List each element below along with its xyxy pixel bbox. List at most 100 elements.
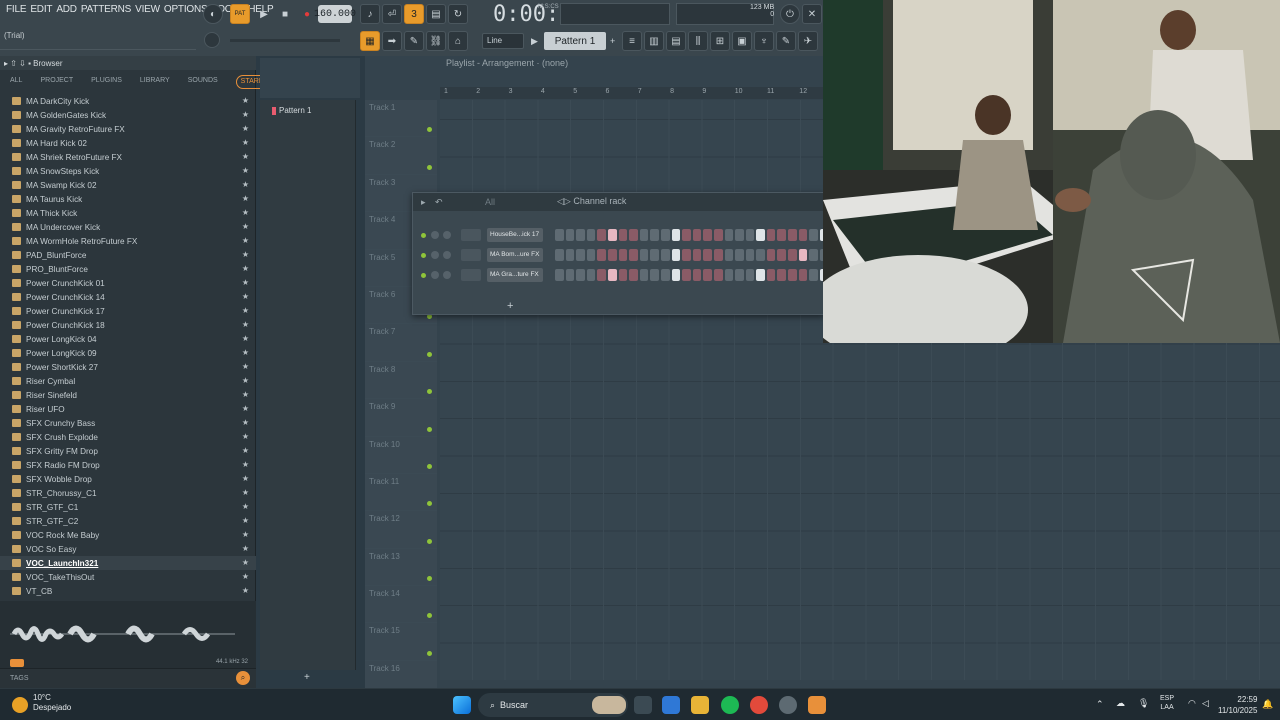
pat-song-toggle[interactable]: PAT: [230, 4, 250, 24]
star-icon[interactable]: ★: [242, 348, 249, 357]
star-icon[interactable]: ★: [242, 460, 249, 469]
step-button[interactable]: [798, 229, 808, 241]
step-button[interactable]: [766, 269, 776, 281]
browser-item[interactable]: MA Thick Kick ★: [0, 206, 256, 220]
tab-library[interactable]: LIBRARY: [140, 73, 170, 89]
star-icon[interactable]: ★: [242, 530, 249, 539]
step-button[interactable]: [671, 249, 681, 261]
browser-item[interactable]: Power CrunchKick 17 ★: [0, 304, 256, 318]
browser-item[interactable]: VOC Rock Me Baby ★: [0, 528, 256, 542]
star-icon[interactable]: ★: [242, 194, 249, 203]
star-icon[interactable]: ★: [242, 208, 249, 217]
browser-item[interactable]: MA Hard Kick 02 ★: [0, 136, 256, 150]
mixer-icon[interactable]: ⫼: [688, 31, 708, 51]
browser-item[interactable]: STR_Chorussy_C1 ★: [0, 486, 256, 500]
step-button[interactable]: [586, 249, 596, 261]
channel-led[interactable]: [421, 232, 426, 238]
browser-item[interactable]: SFX Crunchy Bass ★: [0, 416, 256, 430]
track-enable-led[interactable]: [427, 164, 432, 170]
browser-item[interactable]: MA Swamp Kick 02 ★: [0, 178, 256, 192]
step-button[interactable]: [745, 229, 755, 241]
step-button[interactable]: [586, 229, 596, 241]
step-button[interactable]: [586, 269, 596, 281]
step-button[interactable]: [671, 269, 681, 281]
search-icon[interactable]: ⌕: [236, 671, 250, 685]
obs-icon[interactable]: [779, 696, 797, 714]
step-button[interactable]: [555, 249, 564, 261]
track-enable-led[interactable]: [427, 426, 432, 432]
star-icon[interactable]: ★: [242, 306, 249, 315]
step-button[interactable]: [597, 249, 606, 261]
star-icon[interactable]: ★: [242, 488, 249, 497]
chrome-icon[interactable]: [750, 696, 768, 714]
channel-name-button[interactable]: HouseBe...ick 17: [487, 228, 543, 242]
step-button[interactable]: [629, 249, 638, 261]
search-highlight-icon[interactable]: [592, 696, 626, 714]
step-button[interactable]: [618, 229, 628, 241]
pencil-tool-icon[interactable]: ✎: [404, 31, 424, 51]
step-button[interactable]: [756, 229, 765, 241]
close-icon[interactable]: ✕: [802, 4, 822, 24]
channel-rack-icon[interactable]: ▤: [666, 31, 686, 51]
browser-item[interactable]: Riser Sinefeld ★: [0, 388, 256, 402]
channel-led[interactable]: [421, 252, 426, 258]
star-icon[interactable]: ★: [242, 222, 249, 231]
menu-add[interactable]: ADD: [56, 4, 77, 22]
step-button[interactable]: [565, 229, 575, 241]
browser-item[interactable]: VOC_TakeThisOut ★: [0, 570, 256, 584]
browser-item[interactable]: MA DarkCity Kick ★: [0, 94, 256, 108]
browser-item[interactable]: SFX Gritty FM Drop ★: [0, 444, 256, 458]
step-button[interactable]: [682, 229, 691, 241]
track-header[interactable]: Track 11: [365, 473, 437, 512]
step-button[interactable]: [777, 269, 787, 281]
browser-item[interactable]: Power CrunchKick 14 ★: [0, 290, 256, 304]
settings-icon[interactable]: ✈: [798, 31, 818, 51]
master-volume-knob[interactable]: [204, 32, 220, 48]
wait-input-icon[interactable]: ⏎: [382, 4, 402, 24]
browser-item[interactable]: Power ShortKick 27 ★: [0, 360, 256, 374]
volume-knob[interactable]: [443, 231, 451, 239]
step-button[interactable]: [660, 249, 670, 261]
browser-item[interactable]: Riser UFO ★: [0, 402, 256, 416]
track-header[interactable]: Track 9: [365, 399, 437, 437]
file-explorer-icon[interactable]: [691, 696, 709, 714]
channel-led[interactable]: [421, 272, 426, 278]
step-edit-icon[interactable]: ▤: [426, 4, 446, 24]
star-icon[interactable]: ★: [242, 544, 249, 553]
track-enable-led[interactable]: [427, 127, 432, 133]
rack-undo-icon[interactable]: ↶: [435, 197, 443, 208]
snap-select[interactable]: Line: [482, 33, 524, 49]
track-enable-led[interactable]: [427, 538, 432, 544]
taskbar-clock[interactable]: 22:59 11/10/2025: [1218, 694, 1257, 716]
step-button[interactable]: [766, 249, 776, 261]
track-enable-led[interactable]: [427, 314, 432, 320]
step-button[interactable]: [788, 229, 797, 241]
browser-item[interactable]: MA Undercover Kick ★: [0, 220, 256, 234]
volume-knob[interactable]: [443, 251, 451, 259]
play-preview-icon[interactable]: [10, 659, 24, 667]
step-button[interactable]: [650, 269, 659, 281]
step-button[interactable]: [735, 269, 744, 281]
star-icon[interactable]: ★: [242, 236, 249, 245]
weather-icon[interactable]: [12, 697, 28, 713]
volume-icon[interactable]: ◁: [1202, 698, 1209, 709]
browser-item[interactable]: SFX Wobble Drop ★: [0, 472, 256, 486]
tray-chevron-icon[interactable]: ⌃: [1096, 699, 1104, 710]
step-button[interactable]: [565, 249, 575, 261]
wifi-icon[interactable]: ◠: [1188, 698, 1196, 709]
step-button[interactable]: [607, 269, 617, 281]
star-icon[interactable]: ★: [242, 166, 249, 175]
pattern-select[interactable]: Pattern 1: [544, 32, 606, 50]
star-icon[interactable]: ★: [242, 180, 249, 189]
step-button[interactable]: [639, 269, 649, 281]
link-icon[interactable]: ⛓: [426, 31, 446, 51]
star-icon[interactable]: ★: [242, 334, 249, 343]
step-button[interactable]: [745, 249, 755, 261]
step-button[interactable]: [576, 229, 585, 241]
step-button[interactable]: [756, 269, 765, 281]
step-button[interactable]: [745, 269, 755, 281]
step-button[interactable]: [650, 229, 659, 241]
step-button[interactable]: [724, 229, 734, 241]
browser-item[interactable]: Riser Cymbal ★: [0, 374, 256, 388]
step-button[interactable]: [597, 269, 606, 281]
